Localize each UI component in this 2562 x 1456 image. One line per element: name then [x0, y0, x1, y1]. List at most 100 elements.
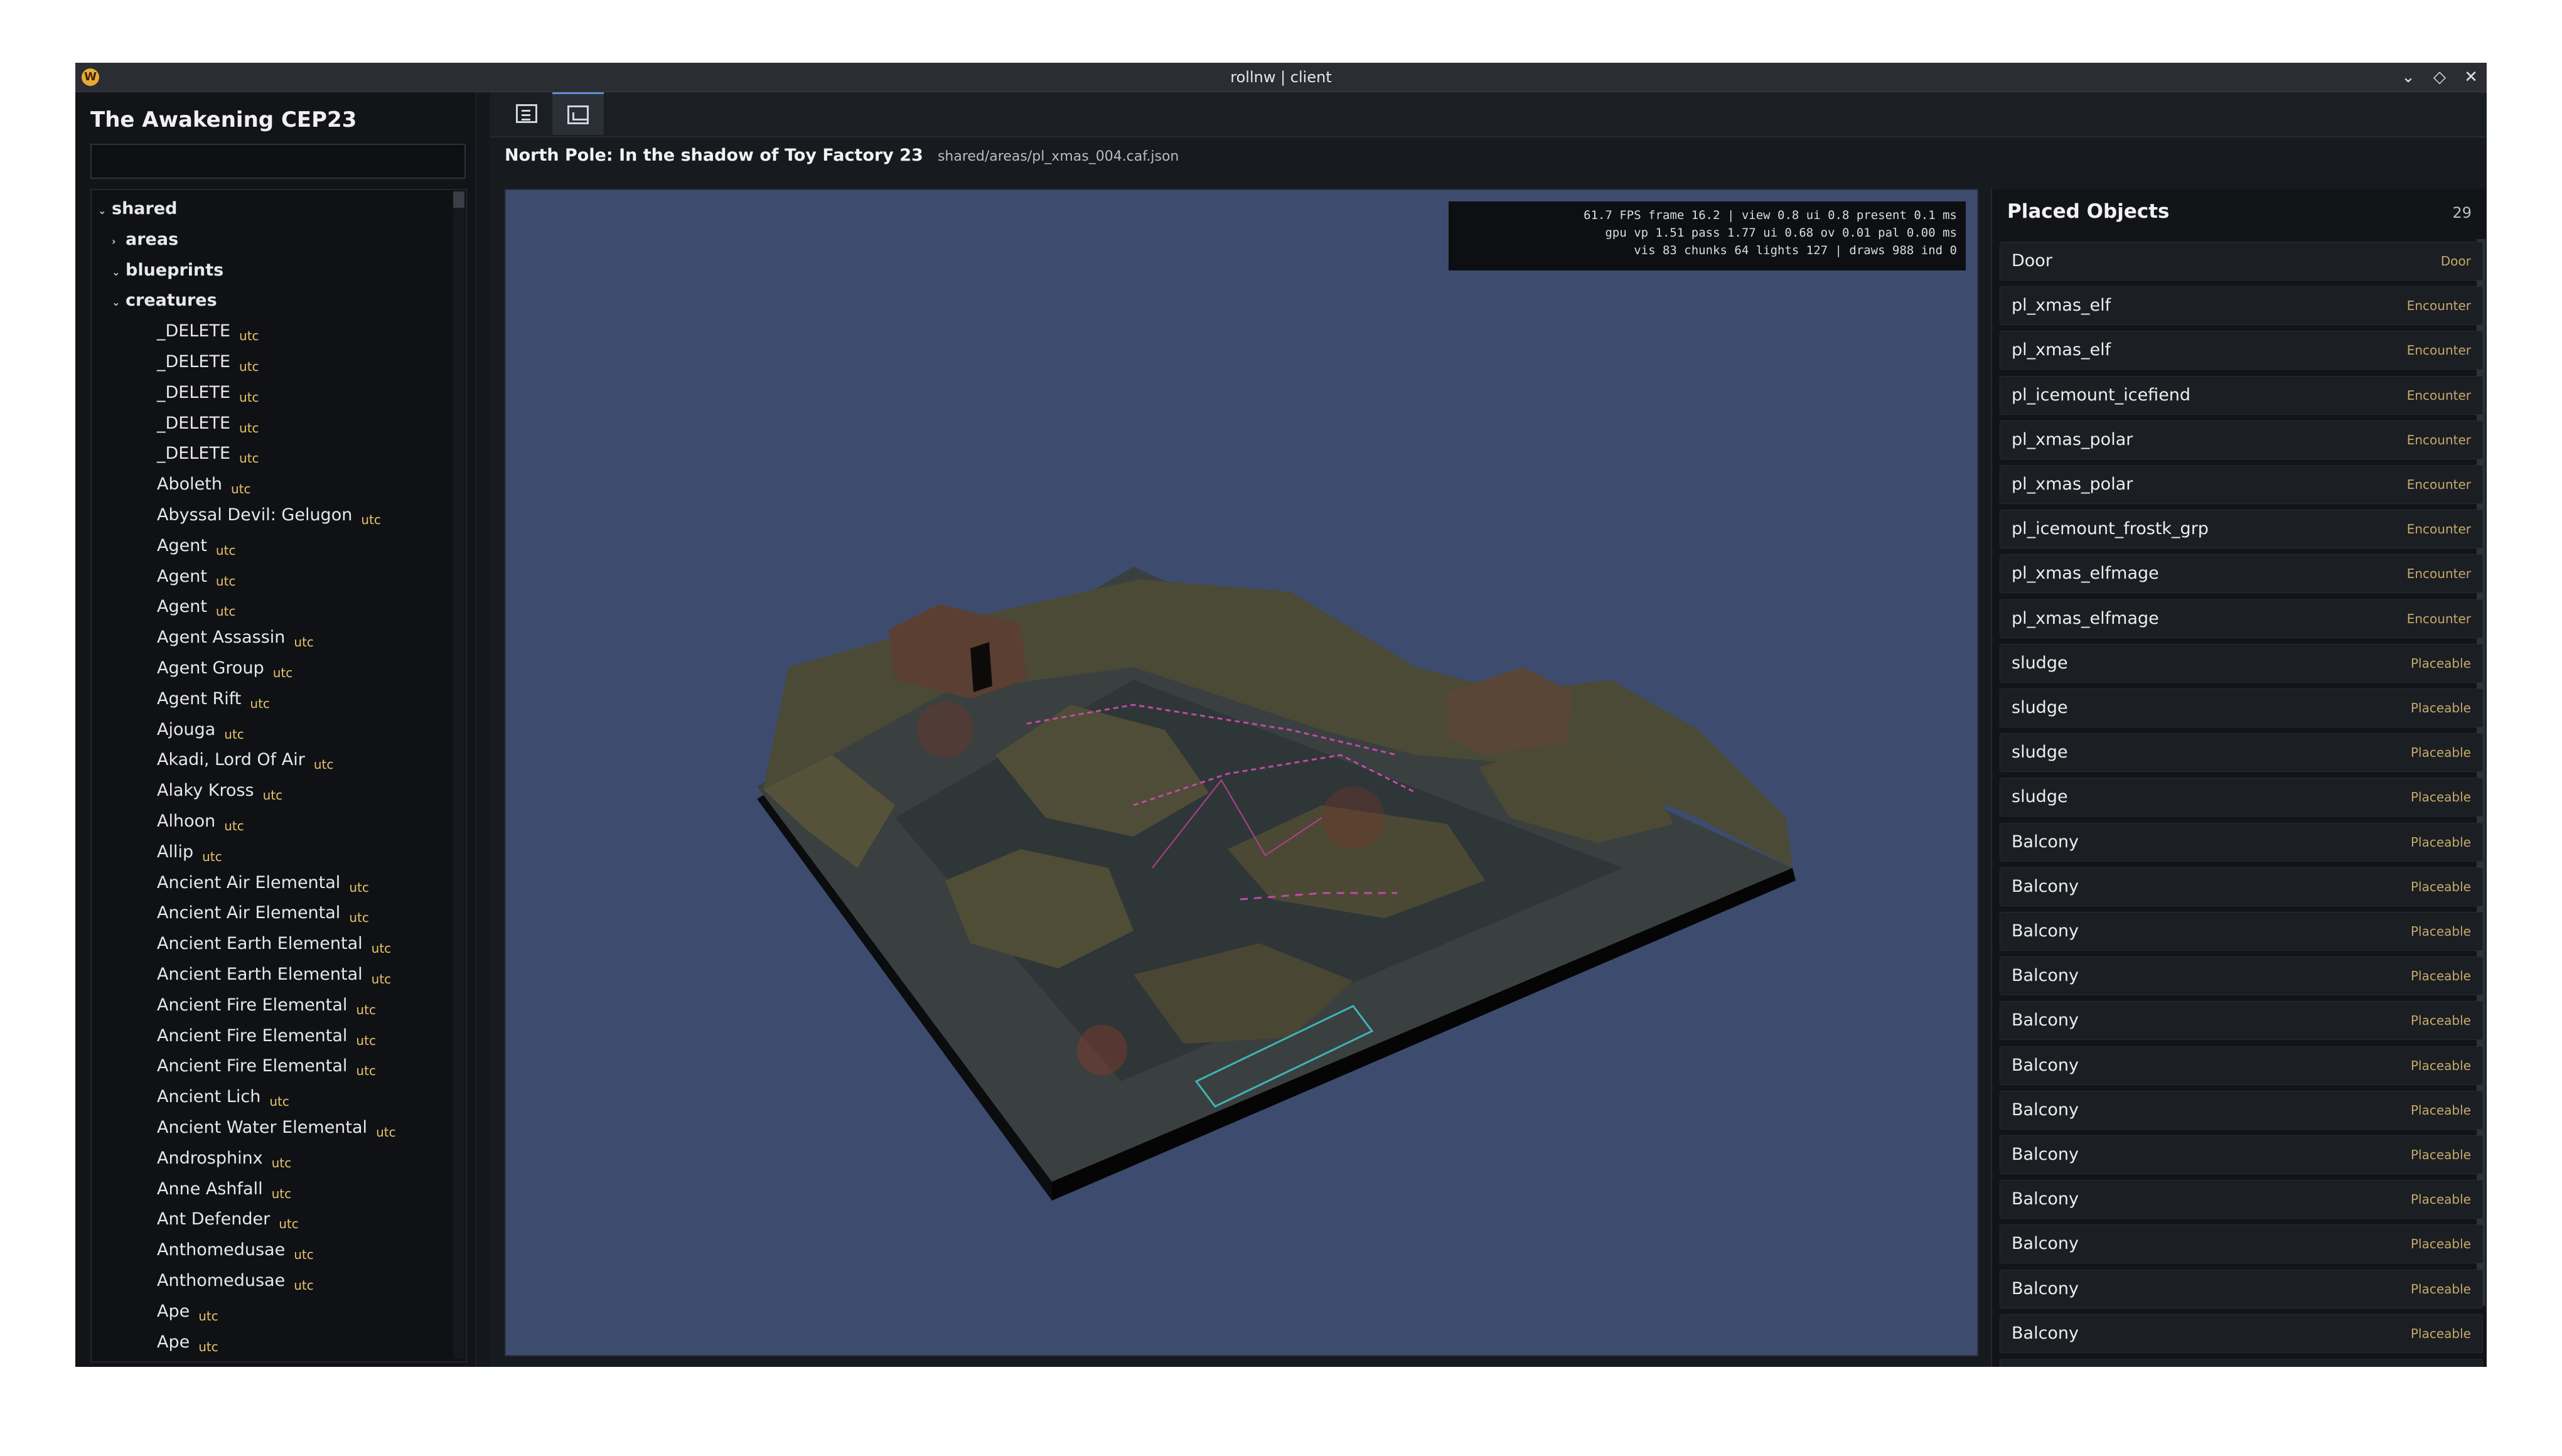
- placed-object-row[interactable]: Balcony Placeable: [2000, 912, 2483, 951]
- placed-object-row[interactable]: pl_icemount_frostk_grp Encounter: [2000, 510, 2483, 549]
- file-type-tag: utc: [356, 1002, 376, 1017]
- tree-item[interactable]: Agent utc: [157, 592, 235, 622]
- tree-item[interactable]: _DELETE utc: [157, 378, 259, 408]
- file-type-tag: utc: [224, 726, 244, 742]
- maximize-icon[interactable]: ◇: [2431, 68, 2448, 87]
- tree-item[interactable]: Agent Group utc: [157, 653, 292, 683]
- object-name: sludge: [2012, 698, 2068, 717]
- placed-object-row[interactable]: Balcony Placeable: [2000, 1359, 2483, 1367]
- tree-item[interactable]: Alaky Kross utc: [157, 776, 282, 806]
- close-icon[interactable]: ✕: [2463, 68, 2479, 87]
- placed-object-row[interactable]: Balcony Placeable: [2000, 1001, 2483, 1041]
- tree-item[interactable]: Ant Defender utc: [157, 1204, 299, 1234]
- tree-scroll-thumb[interactable]: [453, 191, 464, 208]
- tree-item[interactable]: Ancient Earth Elemental utc: [157, 960, 391, 990]
- asset-search-input[interactable]: [90, 144, 466, 179]
- placed-object-row[interactable]: Balcony Placeable: [2000, 1180, 2483, 1219]
- placed-object-row[interactable]: Balcony Placeable: [2000, 1224, 2483, 1264]
- object-name: sludge: [2012, 653, 2068, 673]
- placed-object-row[interactable]: pl_xmas_elfmage Encounter: [2000, 599, 2483, 638]
- tree-folder[interactable]: ⌄ shared: [98, 194, 177, 224]
- tree-item[interactable]: Ancient Lich utc: [157, 1082, 289, 1112]
- file-type-tag: utc: [250, 695, 270, 711]
- area-map-tab[interactable]: [552, 92, 604, 135]
- tree-folder[interactable]: ⌄ creatures: [112, 286, 217, 316]
- tree-item[interactable]: Ancient Fire Elemental utc: [157, 1051, 376, 1081]
- placed-object-row[interactable]: sludge Placeable: [2000, 778, 2483, 817]
- tree-item[interactable]: Ancient Air Elemental utc: [157, 868, 369, 898]
- chevron-down-icon[interactable]: ⌄: [112, 257, 126, 287]
- placed-object-row[interactable]: pl_xmas_elf Encounter: [2000, 331, 2483, 370]
- placed-object-row[interactable]: Balcony Placeable: [2000, 1090, 2483, 1130]
- placed-object-row[interactable]: pl_xmas_polar Encounter: [2000, 465, 2483, 504]
- tree-item[interactable]: Ancient Air Elemental utc: [157, 898, 369, 928]
- tree-item-label: Agent: [157, 535, 207, 555]
- object-type: Placeable: [2411, 1236, 2471, 1252]
- placed-object-row[interactable]: sludge Placeable: [2000, 733, 2483, 773]
- tree-item[interactable]: Ape utc: [157, 1297, 218, 1327]
- tree-item[interactable]: Ajouga utc: [157, 715, 244, 745]
- tree-item[interactable]: _DELETE utc: [157, 347, 259, 377]
- tree-item[interactable]: Abyssal Devil: Gelugon utc: [157, 500, 381, 530]
- tree-item-label: Agent Rift: [157, 688, 242, 709]
- tree-item[interactable]: Ancient Water Elemental utc: [157, 1113, 396, 1143]
- placed-object-row[interactable]: Balcony Placeable: [2000, 1135, 2483, 1174]
- tree-item[interactable]: Androsphinx utc: [157, 1143, 291, 1174]
- tree-item[interactable]: _DELETE utc: [157, 316, 259, 346]
- tree-item[interactable]: Ancient Fire Elemental utc: [157, 1021, 376, 1051]
- tree-item[interactable]: Agent utc: [157, 562, 235, 592]
- object-type: Encounter: [2406, 566, 2471, 582]
- tree-item[interactable]: Anne Ashfall utc: [157, 1174, 291, 1204]
- file-type-tag: utc: [349, 910, 369, 926]
- file-type-tag: utc: [294, 634, 314, 650]
- tree-item[interactable]: Anthomedusae utc: [157, 1235, 314, 1265]
- object-name: Balcony: [2012, 1323, 2079, 1343]
- tree-item-label: Ancient Earth Elemental: [157, 934, 363, 954]
- object-type: Placeable: [2411, 1359, 2471, 1367]
- area-header: North Pole: In the shadow of Toy Factory…: [490, 137, 2487, 174]
- tree-item[interactable]: Akadi, Lord Of Air utc: [157, 745, 333, 775]
- tree-item[interactable]: _DELETE utc: [157, 409, 259, 439]
- placed-object-row[interactable]: pl_icemount_icefiend Encounter: [2000, 375, 2483, 415]
- placed-object-row[interactable]: Balcony Placeable: [2000, 822, 2483, 862]
- tree-folder[interactable]: ⌄ blueprints: [112, 255, 223, 286]
- placed-object-row[interactable]: pl_xmas_elfmage Encounter: [2000, 554, 2483, 594]
- placed-object-row[interactable]: Balcony Placeable: [2000, 1046, 2483, 1085]
- document-tab[interactable]: [501, 92, 552, 135]
- placed-object-row[interactable]: sludge Placeable: [2000, 643, 2483, 683]
- minimize-icon[interactable]: ⌄: [2400, 68, 2416, 87]
- tree-item[interactable]: Ape utc: [157, 1327, 218, 1357]
- tree-item[interactable]: Alhoon utc: [157, 806, 244, 837]
- placed-object-row[interactable]: Door Door: [2000, 242, 2483, 281]
- area-terrain-render[interactable]: [506, 190, 1977, 1355]
- placed-object-row[interactable]: Balcony Placeable: [2000, 1314, 2483, 1353]
- 3d-viewport[interactable]: 61.7 FPS frame 16.2 | view 0.8 ui 0.8 pr…: [505, 189, 1978, 1356]
- title-bar[interactable]: W rollnw | client ⌄ ◇ ✕: [75, 63, 2487, 92]
- tree-scrollbar[interactable]: [453, 191, 464, 1359]
- placed-object-row[interactable]: pl_xmas_polar Encounter: [2000, 420, 2483, 459]
- app-window: W rollnw | client ⌄ ◇ ✕ The Awakening CE…: [75, 63, 2487, 1367]
- file-type-tag: utc: [356, 1032, 376, 1048]
- chevron-down-icon[interactable]: ⌄: [112, 287, 126, 318]
- chevron-down-icon[interactable]: ⌄: [98, 196, 112, 226]
- placed-object-row[interactable]: sludge Placeable: [2000, 688, 2483, 727]
- window-title: rollnw | client: [1230, 68, 1332, 86]
- tree-item[interactable]: _DELETE utc: [157, 439, 259, 469]
- tree-item[interactable]: Ancient Earth Elemental utc: [157, 929, 391, 959]
- placed-object-row[interactable]: Balcony Placeable: [2000, 956, 2483, 996]
- tree-item[interactable]: Agent utc: [157, 531, 235, 561]
- tree-folder[interactable]: › areas: [112, 225, 178, 255]
- placed-object-row[interactable]: Balcony Placeable: [2000, 867, 2483, 906]
- light-spot-1: [1077, 1025, 1127, 1075]
- placed-object-row[interactable]: pl_xmas_elf Encounter: [2000, 286, 2483, 326]
- tree-item[interactable]: Agent Rift utc: [157, 684, 270, 714]
- tree-item[interactable]: Allip utc: [157, 837, 222, 867]
- file-type-tag: utc: [376, 1125, 396, 1140]
- tree-item[interactable]: Ancient Fire Elemental utc: [157, 990, 376, 1020]
- asset-tree[interactable]: ⌄ shared › areas ⌄ blueprints ⌄ creatures _DELET…: [90, 189, 467, 1362]
- placed-object-row[interactable]: Balcony Placeable: [2000, 1269, 2483, 1309]
- tree-item[interactable]: Agent Assassin utc: [157, 623, 314, 653]
- tree-item[interactable]: Aboleth utc: [157, 469, 250, 500]
- chevron-right-icon[interactable]: ›: [112, 227, 126, 257]
- tree-item[interactable]: Anthomedusae utc: [157, 1266, 314, 1296]
